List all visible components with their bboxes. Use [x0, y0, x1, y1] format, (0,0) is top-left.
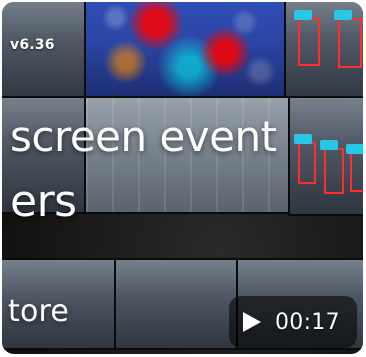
play-duration-badge[interactable]: 00:17 [229, 296, 357, 348]
detection-tag [334, 10, 352, 20]
detection-box [350, 152, 363, 192]
version-text: v6.36 [10, 37, 55, 53]
heatmap-panel [84, 2, 286, 98]
detection-tag [346, 144, 363, 154]
monitor-panel [288, 96, 363, 216]
detection-tag [320, 140, 338, 150]
detection-tag [294, 134, 312, 144]
store-text: tore [8, 294, 70, 329]
detection-box [298, 142, 316, 184]
video-thumbnail[interactable]: v6.36 screen event ers tore 00:17 [2, 2, 363, 354]
detection-box [298, 18, 320, 66]
monitor-panel [114, 258, 238, 350]
detection-tag [294, 10, 312, 20]
video-duration: 00:17 [275, 309, 340, 335]
play-icon[interactable] [243, 312, 261, 332]
detection-box [338, 18, 362, 68]
title-line-2: ers [10, 176, 77, 227]
monitor-panel [284, 2, 363, 102]
detection-box [324, 148, 344, 194]
title-line-1: screen event [10, 112, 277, 161]
